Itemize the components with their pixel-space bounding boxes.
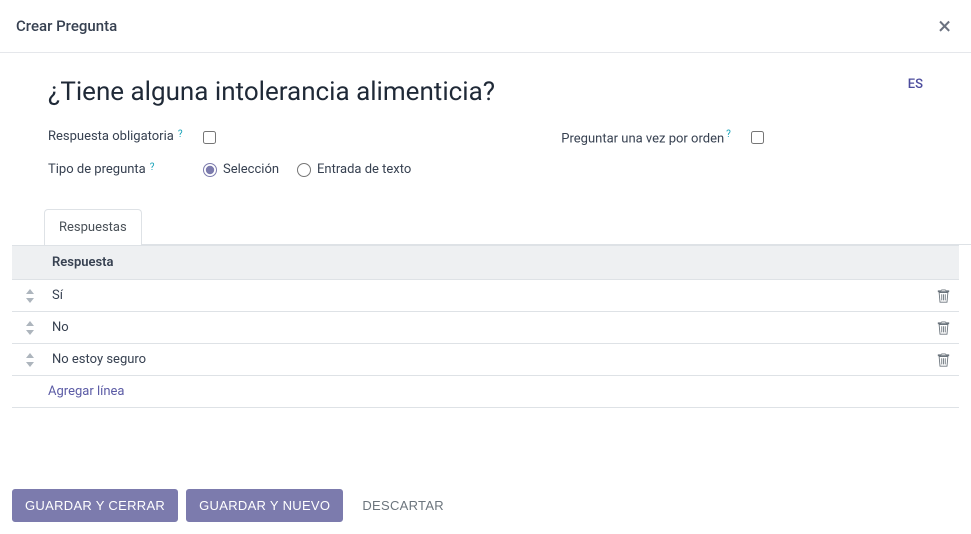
form-area: ES ¿Tiene alguna intolerancia alimentici… [0, 53, 971, 177]
trash-icon [937, 353, 950, 367]
discard-button[interactable]: DESCARTAR [351, 489, 455, 522]
ask-once-checkbox[interactable] [751, 131, 764, 144]
table-row: Sí [12, 280, 959, 312]
help-icon[interactable]: ? [178, 129, 183, 140]
options-col-right: Preguntar una vez por orden? [561, 129, 764, 177]
trash-icon [937, 289, 950, 303]
responses-table: Respuesta Sí No No estoy se [0, 245, 971, 428]
options-grid: Respuesta obligatoria ? Tipo de pregunta… [48, 129, 935, 177]
add-line-button[interactable]: Agregar línea [12, 376, 959, 408]
col-del-header [927, 246, 959, 279]
drag-handle-icon[interactable] [12, 353, 48, 367]
response-cell[interactable]: No [48, 312, 927, 343]
response-cell[interactable]: Sí [48, 280, 927, 311]
table-row: No [12, 312, 959, 344]
modal-title: Crear Pregunta [16, 17, 117, 35]
language-badge[interactable]: ES [908, 77, 923, 92]
close-icon[interactable]: × [934, 14, 955, 38]
modal-body: ES ¿Tiene alguna intolerancia alimentici… [0, 53, 971, 477]
type-radio-group: Selección Entrada de texto [203, 162, 411, 177]
radio-text-entry-input[interactable] [297, 163, 311, 177]
drag-handle-icon[interactable] [12, 321, 48, 335]
sort-icon [25, 353, 35, 367]
sort-icon [25, 321, 35, 335]
modal-header: Crear Pregunta × [0, 0, 971, 53]
type-row: Tipo de pregunta ? Selección Entrada de … [48, 162, 411, 177]
mandatory-row: Respuesta obligatoria ? [48, 129, 411, 144]
question-title-input[interactable]: ¿Tiene alguna intolerancia alimenticia? [48, 77, 935, 107]
modal-footer: GUARDAR Y CERRAR GUARDAR Y NUEVO DESCART… [0, 477, 971, 534]
table-header-row: Respuesta [12, 245, 959, 280]
response-cell[interactable]: No estoy seguro [48, 344, 927, 375]
trash-icon [937, 321, 950, 335]
radio-selection-input[interactable] [203, 163, 217, 177]
save-close-button[interactable]: GUARDAR Y CERRAR [12, 489, 178, 522]
table-row: No estoy seguro [12, 344, 959, 376]
tab-bar: Respuestas [44, 209, 971, 245]
tab-responses[interactable]: Respuestas [44, 209, 142, 245]
tabs-area: Respuestas [0, 209, 971, 245]
ask-once-label: Preguntar una vez por orden? [561, 129, 731, 146]
ask-once-row: Preguntar una vez por orden? [561, 129, 764, 146]
help-icon[interactable]: ? [150, 162, 155, 173]
mandatory-label: Respuesta obligatoria ? [48, 129, 183, 144]
type-label: Tipo de pregunta ? [48, 162, 183, 177]
delete-row-button[interactable] [927, 321, 959, 335]
col-drag-header [12, 246, 48, 279]
radio-selection[interactable]: Selección [203, 162, 279, 177]
col-response-header: Respuesta [48, 246, 927, 279]
sort-icon [25, 289, 35, 303]
options-col-left: Respuesta obligatoria ? Tipo de pregunta… [48, 129, 411, 177]
radio-text-entry[interactable]: Entrada de texto [297, 162, 411, 177]
delete-row-button[interactable] [927, 289, 959, 303]
mandatory-checkbox[interactable] [203, 131, 216, 144]
drag-handle-icon[interactable] [12, 289, 48, 303]
delete-row-button[interactable] [927, 353, 959, 367]
save-new-button[interactable]: GUARDAR Y NUEVO [186, 489, 343, 522]
help-icon[interactable]: ? [726, 129, 731, 140]
